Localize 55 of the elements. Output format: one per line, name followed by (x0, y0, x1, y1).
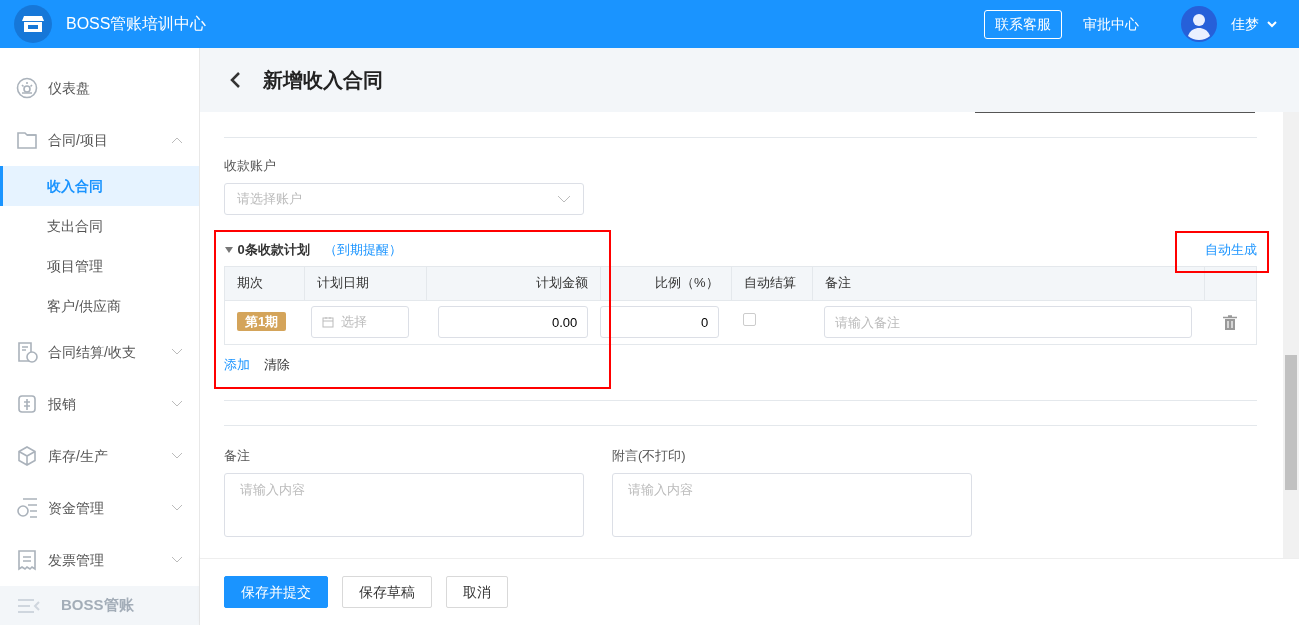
chevron-down-icon (557, 194, 571, 203)
sidebar-item[interactable]: 项目管理 (0, 246, 199, 286)
column-header: 比例（%） (600, 266, 732, 300)
sidebar-item[interactable]: 合同结算/收支 (0, 326, 199, 378)
back-icon[interactable] (228, 71, 242, 89)
cube-icon (16, 445, 38, 467)
column-header: 期次 (224, 266, 305, 300)
field-label: 附言(不打印) (612, 447, 687, 465)
period-tag: 第1期 (237, 312, 287, 332)
sidebar-item[interactable]: 库存/生产 (0, 430, 199, 482)
sidebar-item[interactable]: 客户/供应商 (0, 286, 199, 326)
sidebar-item[interactable]: 合同/项目 (0, 114, 199, 166)
column-header: 自动结算 (731, 266, 813, 300)
ratio-input[interactable]: 0 (600, 306, 720, 338)
app-title: BOSS管账培训中心 (66, 14, 207, 34)
column-header: 计划日期 (304, 266, 427, 300)
secondary-button[interactable]: 保存草稿 (342, 576, 432, 608)
text-area-field[interactable]: 请输入内容 (224, 472, 584, 537)
avatar-icon[interactable] (1181, 6, 1217, 42)
chevron-down-icon[interactable] (1266, 18, 1278, 30)
field-label: 备注 (224, 447, 251, 465)
delete-icon[interactable] (1223, 314, 1238, 331)
invoice-icon (16, 549, 38, 571)
gauge-icon (16, 77, 38, 99)
caret-icon[interactable] (224, 245, 234, 254)
sidebar-item[interactable]: 仪表盘 (0, 62, 199, 114)
column-header: 计划金额 (426, 266, 601, 300)
clear-link[interactable]: 清除 (264, 354, 290, 374)
amount-input[interactable]: 0.00 (438, 306, 589, 338)
page-title: 新增收入合同 (263, 68, 383, 93)
section-title: 0条收款计划 (237, 240, 310, 259)
sidebar-item[interactable]: 报销 (0, 378, 199, 430)
field-label: 收款账户 (224, 157, 277, 175)
column-header: 备注 (812, 266, 1205, 300)
folder-icon (16, 129, 38, 151)
chevron-down-icon (171, 400, 183, 408)
chevron-down-icon (171, 504, 183, 512)
coin-list-icon (16, 497, 38, 519)
chevron-up-icon (171, 136, 183, 144)
sidebar-item[interactable]: 资金管理 (0, 482, 199, 534)
scrollbar[interactable] (1283, 112, 1299, 558)
secondary-button[interactable]: 取消 (446, 576, 508, 608)
collapse-icon (18, 598, 40, 613)
document-icon (16, 341, 38, 363)
sidebar-item[interactable]: 发票管理 (0, 534, 199, 586)
store-logo-icon (14, 5, 52, 43)
chevron-down-icon (171, 556, 183, 564)
receipt-icon (16, 393, 38, 415)
auto-settle-checkbox[interactable] (743, 313, 757, 327)
chevron-down-icon (171, 348, 183, 356)
note-input[interactable]: 请输入备注 (824, 306, 1193, 338)
chevron-down-icon (171, 452, 183, 460)
sidebar-item[interactable]: 支出合同 (0, 206, 199, 246)
calendar-icon (322, 316, 335, 328)
text-area-field[interactable]: 请输入内容 (612, 472, 972, 537)
